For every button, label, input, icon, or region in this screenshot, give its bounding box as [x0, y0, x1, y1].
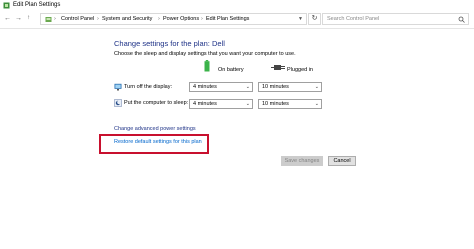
forward-button[interactable]: →	[15, 14, 22, 23]
plug-icon	[271, 65, 285, 70]
chevron-down-icon: ⌄	[245, 101, 250, 107]
page-title: Change settings for the plan: Dell	[114, 39, 225, 48]
sleep-plugged-select[interactable]: 10 minutes ⌄	[258, 99, 322, 109]
restore-defaults-link[interactable]: Restore default settings for this plan	[114, 139, 202, 145]
battery-icon	[204, 60, 210, 72]
cancel-button[interactable]: Cancel	[328, 156, 356, 166]
breadcrumb-separator: ›	[54, 16, 56, 22]
breadcrumb-system-security[interactable]: System and Security	[102, 16, 152, 22]
sleep-label: Put the computer to sleep:	[124, 100, 189, 106]
display-label: Turn off the display:	[124, 84, 172, 90]
display-plugged-value: 10 minutes	[262, 84, 289, 90]
chevron-down-icon[interactable]: ▼	[298, 16, 303, 22]
divider	[0, 28, 474, 29]
sleep-battery-select[interactable]: 4 minutes ⌄	[189, 99, 253, 109]
refresh-button[interactable]: ↻	[308, 13, 321, 25]
chevron-down-icon: ⌄	[314, 101, 319, 107]
breadcrumb-separator: ›	[158, 16, 160, 22]
chevron-down-icon: ⌄	[245, 84, 250, 90]
page-description: Choose the sleep and display settings th…	[114, 51, 296, 57]
column-on-battery: On battery	[218, 67, 244, 73]
control-panel-icon	[45, 17, 52, 22]
monitor-icon	[114, 83, 122, 91]
sleep-battery-value: 4 minutes	[193, 101, 217, 107]
display-battery-select[interactable]: 4 minutes ⌄	[189, 82, 253, 92]
search-input[interactable]	[327, 14, 455, 24]
sleep-plugged-value: 10 minutes	[262, 101, 289, 107]
save-changes-button[interactable]: Save changes	[281, 156, 323, 166]
back-button[interactable]: ←	[4, 14, 11, 23]
breadcrumb-control-panel[interactable]: Control Panel	[61, 16, 94, 22]
window-title: Edit Plan Settings	[13, 2, 61, 8]
search-box	[322, 13, 469, 25]
up-button[interactable]: ↑	[27, 14, 30, 23]
moon-icon	[114, 99, 122, 107]
refresh-icon: ↻	[311, 15, 318, 22]
display-plugged-select[interactable]: 10 minutes ⌄	[258, 82, 322, 92]
breadcrumb-separator: ›	[201, 16, 203, 22]
breadcrumb-power-options[interactable]: Power Options	[163, 16, 199, 22]
breadcrumb-separator: ›	[97, 16, 99, 22]
title-bar: Edit Plan Settings	[0, 0, 474, 11]
chevron-down-icon: ⌄	[314, 84, 319, 90]
advanced-settings-link[interactable]: Change advanced power settings	[114, 126, 196, 132]
address-row: ← → ↑ › Control Panel › System and Secur…	[0, 11, 474, 27]
power-options-icon	[3, 2, 10, 9]
column-plugged-in: Plugged in	[287, 67, 313, 73]
breadcrumb-edit-plan-settings[interactable]: Edit Plan Settings	[206, 16, 249, 22]
address-bar[interactable]: › Control Panel › System and Security › …	[40, 13, 307, 25]
search-icon	[458, 16, 465, 23]
display-battery-value: 4 minutes	[193, 84, 217, 90]
